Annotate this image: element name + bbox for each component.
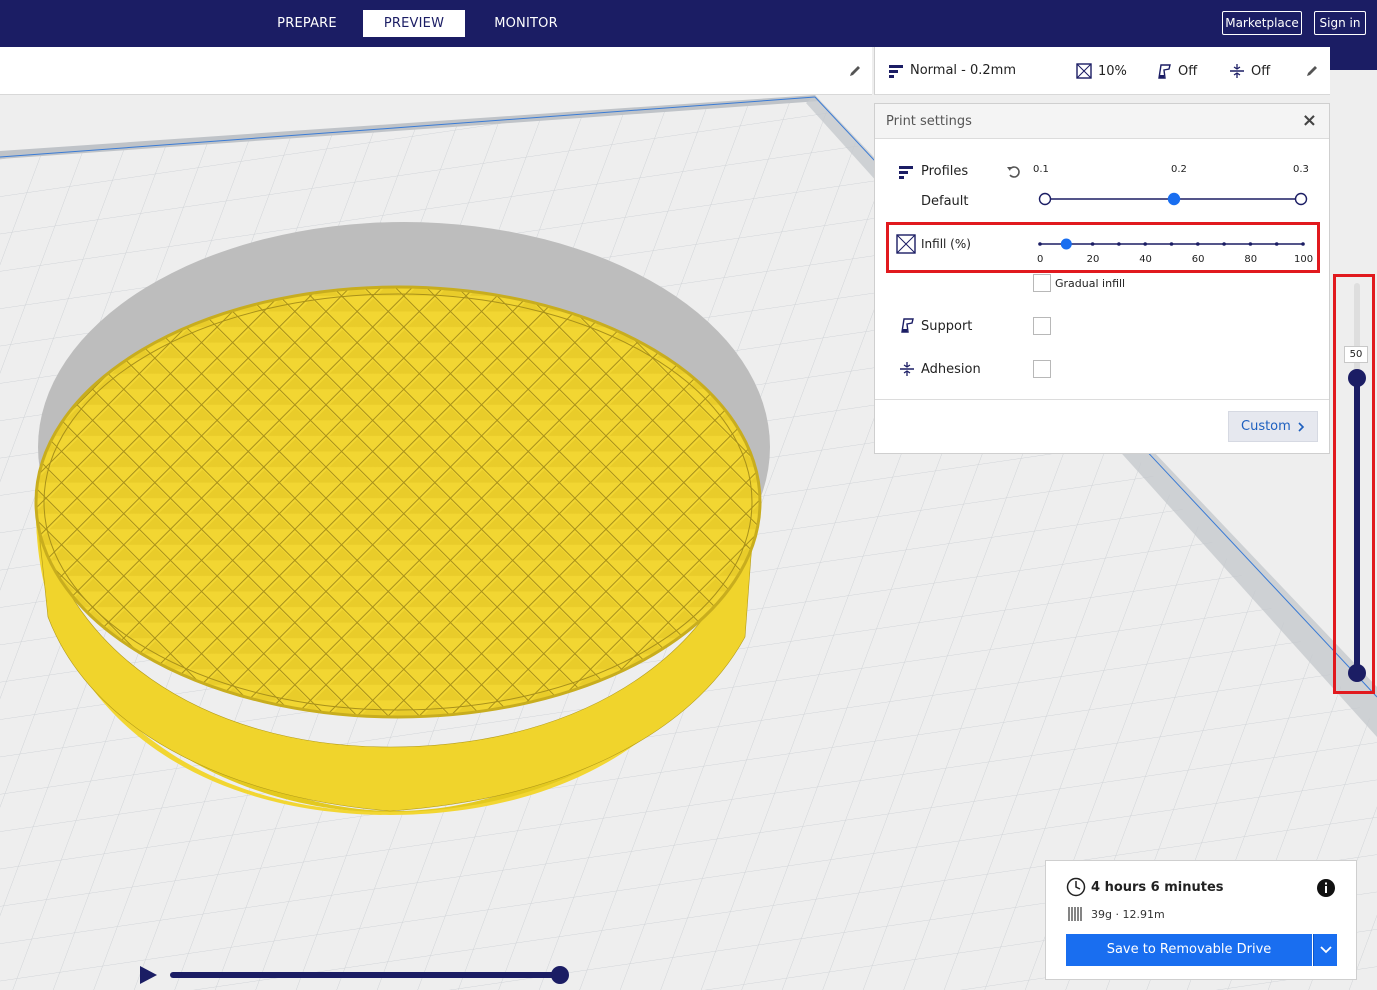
layer-height-option-2[interactable] bbox=[1294, 192, 1308, 206]
model-top bbox=[34, 285, 762, 719]
simulation-handle[interactable] bbox=[551, 966, 569, 984]
info-icon[interactable] bbox=[1316, 878, 1336, 898]
gradual-infill-checkbox[interactable] bbox=[1033, 274, 1051, 292]
custom-button[interactable]: Custom bbox=[1228, 411, 1318, 442]
tab-prepare[interactable]: PREPARE bbox=[257, 10, 357, 37]
panel-header: Print settings × bbox=[875, 104, 1329, 139]
save-to-removable-drive-button[interactable]: Save to Removable Drive bbox=[1066, 934, 1312, 966]
print-settings-panel: Print settings × Profiles Default 0.1 0.… bbox=[874, 103, 1330, 454]
edit-icon[interactable] bbox=[848, 64, 862, 78]
layer-height-label-0: 0.1 bbox=[1033, 164, 1049, 175]
sign-in-button[interactable]: Sign in bbox=[1314, 11, 1366, 35]
panel-title: Print settings bbox=[886, 114, 972, 129]
support-checkbox[interactable] bbox=[1033, 317, 1051, 335]
simulation-track[interactable] bbox=[170, 972, 562, 978]
chevron-right-icon bbox=[1298, 422, 1305, 432]
tab-preview[interactable]: PREVIEW bbox=[363, 10, 465, 37]
profile-name: Default bbox=[921, 194, 969, 209]
infill-icon bbox=[1076, 63, 1092, 79]
layer-upper-handle[interactable] bbox=[1348, 369, 1366, 387]
infill-highlight-box bbox=[886, 222, 1320, 273]
adhesion-summary-label: Off bbox=[1251, 63, 1271, 79]
tab-monitor[interactable]: MONITOR bbox=[475, 10, 577, 37]
layer-height-label-1: 0.2 bbox=[1171, 164, 1187, 175]
support-icon bbox=[1158, 64, 1171, 79]
top-navigation-bar: PREPARE PREVIEW MONITOR Marketplace Sign… bbox=[0, 0, 1377, 47]
layer-lower-handle[interactable] bbox=[1348, 664, 1366, 682]
job-specs-panel: 4 hours 6 minutes 39g · 12.91m Save to R… bbox=[1045, 860, 1357, 980]
clock-icon bbox=[1066, 877, 1086, 897]
header-strip bbox=[1330, 47, 1377, 70]
reset-icon[interactable] bbox=[1006, 164, 1022, 180]
close-icon[interactable]: × bbox=[1302, 112, 1317, 130]
play-icon[interactable] bbox=[140, 966, 157, 984]
print-time: 4 hours 6 minutes bbox=[1091, 880, 1224, 895]
adhesion-icon bbox=[900, 362, 914, 376]
profile-summary[interactable]: Normal - 0.2mm bbox=[889, 63, 1016, 78]
material-usage: 39g · 12.91m bbox=[1091, 908, 1165, 921]
object-info-bar bbox=[0, 47, 872, 95]
edit-icon[interactable] bbox=[1305, 64, 1319, 78]
support-icon bbox=[901, 318, 914, 333]
adhesion-checkbox[interactable] bbox=[1033, 360, 1051, 378]
marketplace-button[interactable]: Marketplace bbox=[1222, 11, 1302, 35]
support-summary[interactable]: Off bbox=[1156, 63, 1197, 79]
adhesion-icon bbox=[1230, 64, 1244, 78]
adhesion-label: Adhesion bbox=[921, 362, 981, 377]
profile-icon bbox=[889, 64, 903, 78]
profiles-label: Profiles bbox=[921, 164, 969, 179]
layer-height-label-2: 0.3 bbox=[1293, 164, 1309, 175]
layer-height-option-0[interactable] bbox=[1038, 192, 1052, 206]
support-label: Support bbox=[921, 319, 973, 334]
chevron-down-icon bbox=[1320, 946, 1332, 954]
layer-slider-range[interactable] bbox=[1354, 377, 1360, 673]
adhesion-summary[interactable]: Off bbox=[1229, 63, 1270, 79]
print-setup-header[interactable]: Normal - 0.2mm 10% Off Off bbox=[874, 47, 1330, 95]
layer-number-field[interactable]: 50 bbox=[1344, 346, 1368, 363]
custom-button-label: Custom bbox=[1241, 419, 1291, 434]
profile-summary-label: Normal - 0.2mm bbox=[910, 63, 1016, 78]
spool-icon bbox=[1068, 907, 1082, 921]
gradual-infill-label: Gradual infill bbox=[1055, 277, 1126, 290]
infill-summary[interactable]: 10% bbox=[1076, 63, 1127, 79]
layer-height-slider[interactable] bbox=[1035, 188, 1311, 210]
panel-divider bbox=[875, 399, 1329, 400]
support-summary-label: Off bbox=[1178, 63, 1198, 79]
profile-icon bbox=[899, 166, 913, 179]
infill-summary-label: 10% bbox=[1098, 63, 1127, 79]
layer-height-option-1[interactable] bbox=[1167, 192, 1181, 206]
output-device-dropdown[interactable] bbox=[1313, 934, 1337, 966]
